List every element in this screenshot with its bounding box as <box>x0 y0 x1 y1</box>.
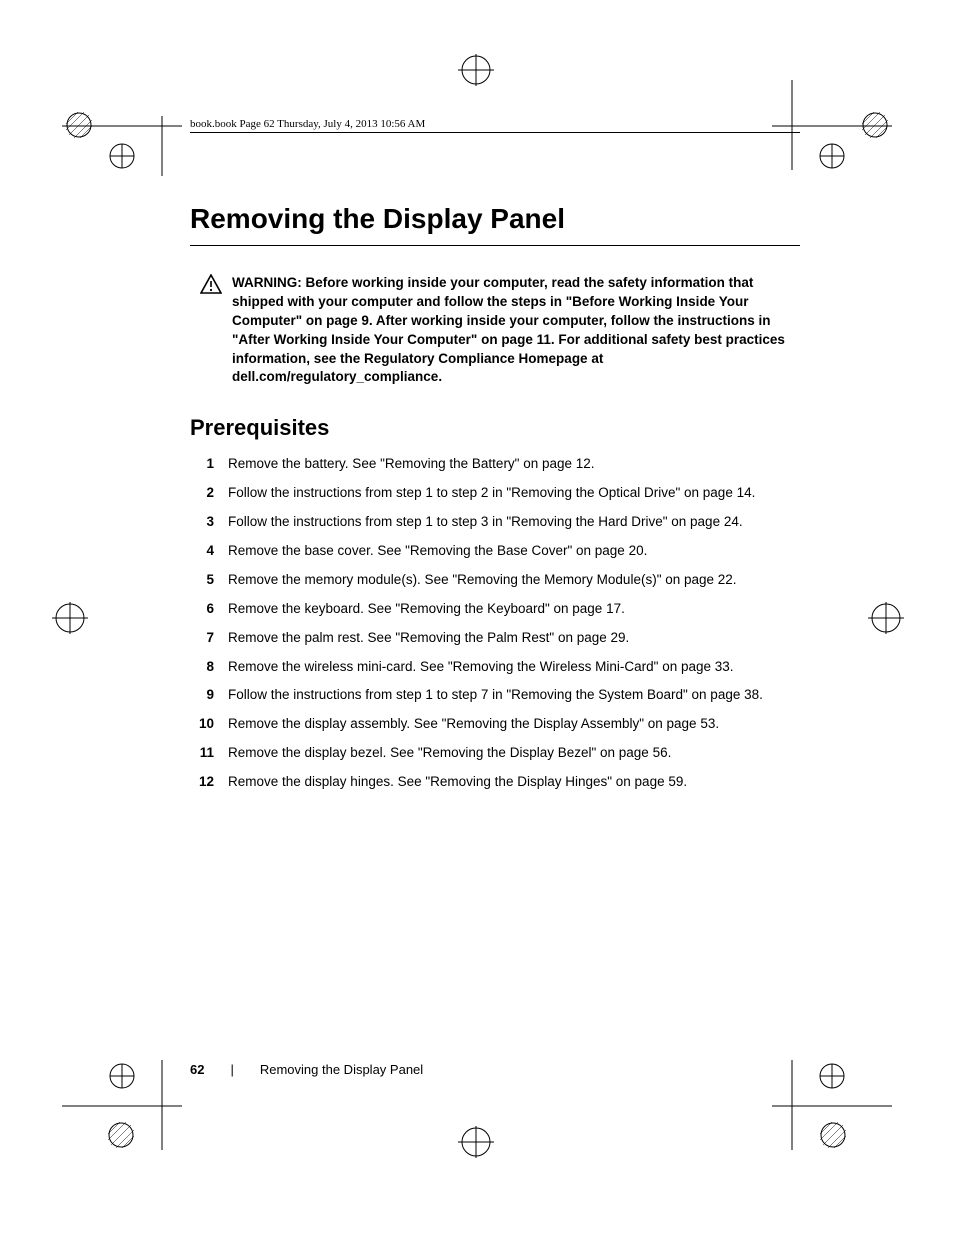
warning-text: WARNING: Before working inside your comp… <box>232 274 800 387</box>
step-number: 4 <box>190 542 214 561</box>
step-text: Remove the keyboard. See "Removing the K… <box>228 600 800 619</box>
warning-label: WARNING: <box>232 275 302 290</box>
step-text: Remove the battery. See "Removing the Ba… <box>228 455 800 474</box>
step-number: 3 <box>190 513 214 532</box>
list-item: 3 Follow the instructions from step 1 to … <box>190 513 800 532</box>
crop-mark-decoration <box>446 50 506 90</box>
step-number: 6 <box>190 600 214 619</box>
step-text: Follow the instructions from step 1 to s… <box>228 513 800 532</box>
step-number: 12 <box>190 773 214 792</box>
step-text: Follow the instructions from step 1 to s… <box>228 686 800 705</box>
list-item: 10 Remove the display assembly. See "Remo… <box>190 715 800 734</box>
page-content: book.book Page 62 Thursday, July 4, 2013… <box>190 118 800 802</box>
step-number: 5 <box>190 571 214 590</box>
hatched-circle-icon <box>108 1122 134 1148</box>
step-text: Remove the memory module(s). See "Removi… <box>228 571 800 590</box>
list-item: 1 Remove the battery. See "Removing the B… <box>190 455 800 474</box>
step-text: Remove the display hinges. See "Removing… <box>228 773 800 792</box>
prerequisites-list: 1 Remove the battery. See "Removing the B… <box>190 455 800 792</box>
list-item: 2 Follow the instructions from step 1 to … <box>190 484 800 503</box>
crop-mark-decoration <box>40 598 100 638</box>
step-text: Remove the base cover. See "Removing the… <box>228 542 800 561</box>
step-text: Remove the display bezel. See "Removing … <box>228 744 800 763</box>
step-number: 9 <box>190 686 214 705</box>
page-footer: 62 | Removing the Display Panel <box>190 1062 423 1077</box>
list-item: 6 Remove the keyboard. See "Removing the … <box>190 600 800 619</box>
step-number: 8 <box>190 658 214 677</box>
list-item: 11 Remove the display bezel. See "Removin… <box>190 744 800 763</box>
step-number: 2 <box>190 484 214 503</box>
footer-label: Removing the Display Panel <box>260 1062 423 1077</box>
hatched-circle-icon <box>820 1122 846 1148</box>
warning-triangle-icon <box>200 274 222 387</box>
step-number: 11 <box>190 744 214 763</box>
hatched-circle-icon <box>862 112 888 138</box>
list-item: 4 Remove the base cover. See "Removing th… <box>190 542 800 561</box>
warning-block: WARNING: Before working inside your comp… <box>200 274 800 387</box>
step-text: Remove the palm rest. See "Removing the … <box>228 629 800 648</box>
step-number: 10 <box>190 715 214 734</box>
list-item: 12 Remove the display hinges. See "Removi… <box>190 773 800 792</box>
list-item: 8 Remove the wireless mini-card. See "Rem… <box>190 658 800 677</box>
page-title: Removing the Display Panel <box>190 203 800 246</box>
footer-separator: | <box>230 1062 233 1077</box>
page-header-metadata: book.book Page 62 Thursday, July 4, 2013… <box>190 118 800 133</box>
step-text: Remove the display assembly. See "Removi… <box>228 715 800 734</box>
crop-mark-decoration <box>446 1122 506 1162</box>
step-number: 7 <box>190 629 214 648</box>
warning-body: Before working inside your computer, rea… <box>232 275 785 384</box>
section-heading-prerequisites: Prerequisites <box>190 415 800 441</box>
step-text: Follow the instructions from step 1 to s… <box>228 484 800 503</box>
step-number: 1 <box>190 455 214 474</box>
list-item: 5 Remove the memory module(s). See "Remov… <box>190 571 800 590</box>
hatched-circle-icon <box>66 112 92 138</box>
page-number: 62 <box>190 1062 204 1077</box>
step-text: Remove the wireless mini-card. See "Remo… <box>228 658 800 677</box>
crop-mark-decoration <box>856 598 916 638</box>
list-item: 7 Remove the palm rest. See "Removing the… <box>190 629 800 648</box>
list-item: 9 Follow the instructions from step 1 to … <box>190 686 800 705</box>
